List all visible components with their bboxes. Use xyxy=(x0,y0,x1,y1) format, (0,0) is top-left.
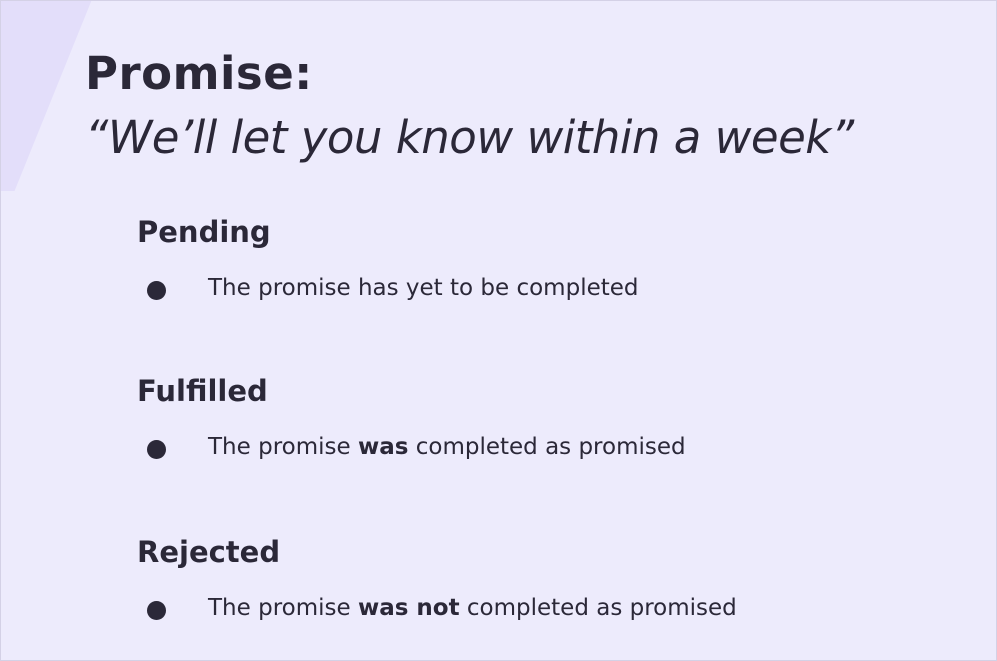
state-description-fulfilled: The promise was completed as promised xyxy=(208,434,686,460)
state-heading-fulfilled: Fulfilled xyxy=(137,374,268,408)
list-item: The promise was completed as promised xyxy=(137,434,837,464)
state-description-pending: The promise has yet to be completed xyxy=(208,275,639,301)
slide-subtitle-quote: “We’ll let you know within a week” xyxy=(85,111,854,164)
description-text-start: The promise xyxy=(208,434,358,460)
state-pending: Pending The promise has yet to be comple… xyxy=(137,215,837,305)
bullet-icon xyxy=(147,281,166,300)
description-text-end: completed as promised xyxy=(408,434,686,460)
state-rejected: Rejected The promise was not completed a… xyxy=(137,535,837,625)
slide-title: Promise: xyxy=(85,47,313,100)
description-emphasis: was not xyxy=(357,595,460,621)
description-text-start: The promise xyxy=(208,595,358,621)
state-fulfilled: Fulfilled The promise was completed as p… xyxy=(137,374,837,464)
state-heading-rejected: Rejected xyxy=(137,535,281,569)
list-item: The promise was not completed as promise… xyxy=(137,595,837,625)
state-heading-pending: Pending xyxy=(137,215,271,249)
bullet-icon xyxy=(147,440,166,459)
bullet-icon xyxy=(147,601,166,620)
state-description-rejected: The promise was not completed as promise… xyxy=(208,595,737,621)
list-item: The promise has yet to be completed xyxy=(137,275,837,305)
description-emphasis: was xyxy=(357,434,409,460)
slide: Promise: “We’ll let you know within a we… xyxy=(0,0,997,661)
description-text-end: completed as promised xyxy=(459,595,737,621)
